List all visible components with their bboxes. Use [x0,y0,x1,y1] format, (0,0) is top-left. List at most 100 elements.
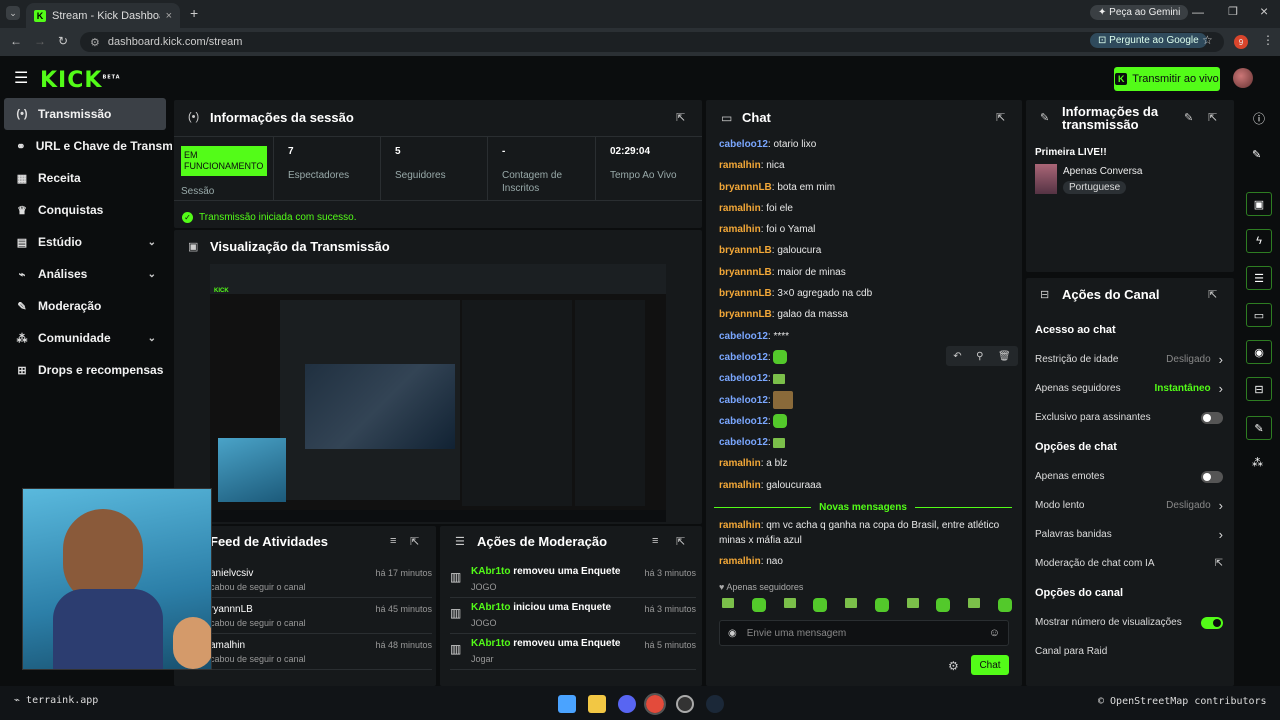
bookmark-star-icon[interactable]: ☆ [1202,33,1213,47]
back-icon[interactable]: ← [10,34,22,48]
new-tab-icon[interactable]: + [190,5,198,21]
setting-control[interactable]: Desligado › [1166,352,1223,367]
chevron-down-icon[interactable]: ⌄ [148,269,156,280]
chat-username[interactable]: ramalhin [719,458,761,469]
chat-message[interactable]: cabeloo12: [719,390,1009,411]
toggle-switch[interactable] [1201,470,1223,483]
browser-menu-icon[interactable]: ⋮ [1262,33,1274,47]
setting-control[interactable] [1201,616,1223,629]
windows-start-icon[interactable] [558,695,576,713]
setting-control[interactable]: › [1219,527,1223,542]
close-tab-icon[interactable]: × [166,10,172,22]
toggle-switch[interactable] [1201,616,1223,629]
chat-message[interactable]: bryannnLB: galoucura [719,240,1009,261]
chat-message[interactable]: cabeloo12: otario lixo [719,134,1009,155]
chevron-right-icon[interactable]: › [1219,527,1223,542]
setting-row[interactable]: Apenas emotes [1035,462,1223,491]
feed-item[interactable]: anielvcsiv há 17 minutos cabou de seguir o… [210,562,432,598]
setting-control[interactable]: Instantâneo › [1155,381,1223,396]
info-icon[interactable]: ⓘ [1253,110,1265,127]
moderation-item[interactable]: ▥ KAbr1to removeu uma Enquete Jogar há 5 mi… [450,634,696,670]
setting-control[interactable] [1201,411,1223,424]
sidebar-item[interactable]: (•) Transmissão [4,98,166,130]
chat-settings-icon[interactable]: ⚙ [948,659,959,673]
restore-icon[interactable]: ❐ [1228,5,1238,18]
emote-icon[interactable] [968,598,981,608]
chat-message[interactable]: bryannnLB: galao da massa [719,304,1009,325]
feed-item[interactable]: ryannnLB há 45 minutos cabou de seguir o c… [210,598,432,634]
profile-icon[interactable]: 9 [1234,35,1248,49]
chat-username[interactable]: bryannnLB [719,267,772,278]
sidebar-item[interactable]: ♛ Conquistas [0,194,172,226]
emote-icon[interactable] [751,598,766,612]
setting-row[interactable]: Canal para Raid [1035,637,1223,666]
external-link-icon[interactable]: ⇱ [1215,558,1223,569]
chat-message[interactable]: cabeloo12: [719,432,1009,453]
close-window-icon[interactable]: × [1260,3,1268,19]
forward-icon[interactable]: → [34,34,46,48]
moderator-name[interactable]: KAbr1to [471,638,510,649]
chat-message[interactable]: cabeloo12: **** [719,326,1009,347]
emote-icon[interactable] [936,598,951,612]
moderation-item[interactable]: ▥ KAbr1to removeu uma Enquete JOGO há 3 min… [450,562,696,598]
emote-icon[interactable] [722,598,734,608]
chat-username[interactable]: bryannnLB [719,288,772,299]
setting-row[interactable]: Mostrar número de visualizações [1035,608,1223,637]
setting-row[interactable]: Restrição de idade Desligado › [1035,345,1223,374]
chevron-right-icon[interactable]: › [1219,381,1223,396]
chat-username[interactable]: ramalhin [719,203,761,214]
chat-message[interactable]: ramalhin: galoucuraaa [719,475,1009,496]
rail-list-icon[interactable]: ☰ [1246,266,1272,290]
setting-row[interactable]: Exclusivo para assinantes [1035,403,1223,432]
chat-username[interactable]: ramalhin [719,556,761,567]
reply-icon[interactable]: ↶ [953,351,961,362]
gemini-button[interactable]: ✦ Peça ao Gemini [1090,5,1189,20]
url-field[interactable]: ⚙ dashboard.kick.com/stream [80,32,1224,52]
popout-icon[interactable]: ⇱ [410,535,419,548]
moderation-item[interactable]: ▥ KAbr1to iniciou uma Enquete JOGO há 3 min… [450,598,696,634]
chevron-right-icon[interactable]: › [1219,498,1223,513]
rail-actions-icon[interactable]: ⊟ [1246,377,1272,401]
chat-message[interactable]: bryannnLB: bota em mim [719,177,1009,198]
setting-control[interactable] [1201,470,1223,483]
emote-icon[interactable] [845,598,858,608]
chat-username[interactable]: bryannnLB [719,245,772,256]
discord-icon[interactable] [618,695,636,713]
sidebar-item[interactable]: ⚭ URL e Chave de Transmissão [0,130,172,162]
browser-tab[interactable]: K Stream - Kick Dashboard × [26,3,180,28]
popout-icon[interactable]: ⇱ [996,111,1005,124]
sidebar-item[interactable]: ⁂ Comunidade ⌄ [0,322,172,354]
popout-icon[interactable]: ⇱ [1208,288,1217,301]
chat-username[interactable]: cabeloo12 [719,373,768,384]
rail-broadcast-icon[interactable]: ◉ [1246,340,1272,364]
popout-icon[interactable]: ⇱ [1208,111,1217,124]
toggle-switch[interactable] [1201,411,1223,424]
filter-icon[interactable]: ≡ [390,535,396,547]
chat-username[interactable]: cabeloo12 [719,139,768,150]
moderator-name[interactable]: KAbr1to [471,566,510,577]
emote-icon[interactable] [783,598,796,608]
chevron-right-icon[interactable]: › [1219,352,1223,367]
kick-logo[interactable]: KICKBETA [40,68,121,93]
chat-send-button[interactable]: Chat [971,655,1009,675]
popout-icon[interactable]: ⇱ [676,111,685,124]
user-avatar[interactable] [1233,68,1253,88]
setting-row[interactable]: Apenas seguidores Instantâneo › [1035,374,1223,403]
rail-chat-icon[interactable]: ▭ [1246,303,1272,327]
sidebar-item[interactable]: ▤ Estúdio ⌄ [0,226,172,258]
chat-username[interactable]: cabeloo12 [719,331,768,342]
moderator-name[interactable]: KAbr1to [471,602,510,613]
ask-google-button[interactable]: ⊡ Pergunte ao Google [1090,33,1207,48]
rail-wrench-icon[interactable]: ✎ [1246,416,1272,440]
emote-icon[interactable] [997,598,1012,612]
chat-username[interactable]: ramalhin [719,520,761,531]
rail-community-icon[interactable]: ⁂ [1252,456,1263,469]
chat-username[interactable]: ramalhin [719,160,761,171]
rail-session-icon[interactable]: ▣ [1246,192,1272,216]
setting-control[interactable]: Desligado › [1166,498,1223,513]
obs-icon[interactable] [676,695,694,713]
go-live-button[interactable]: K Transmitir ao vivo [1114,67,1220,91]
rail-lightning-icon[interactable]: ϟ [1246,229,1272,253]
chat-message[interactable]: bryannnLB: maior de minas [719,262,1009,283]
delete-icon[interactable]: 🗑 [998,351,1011,362]
